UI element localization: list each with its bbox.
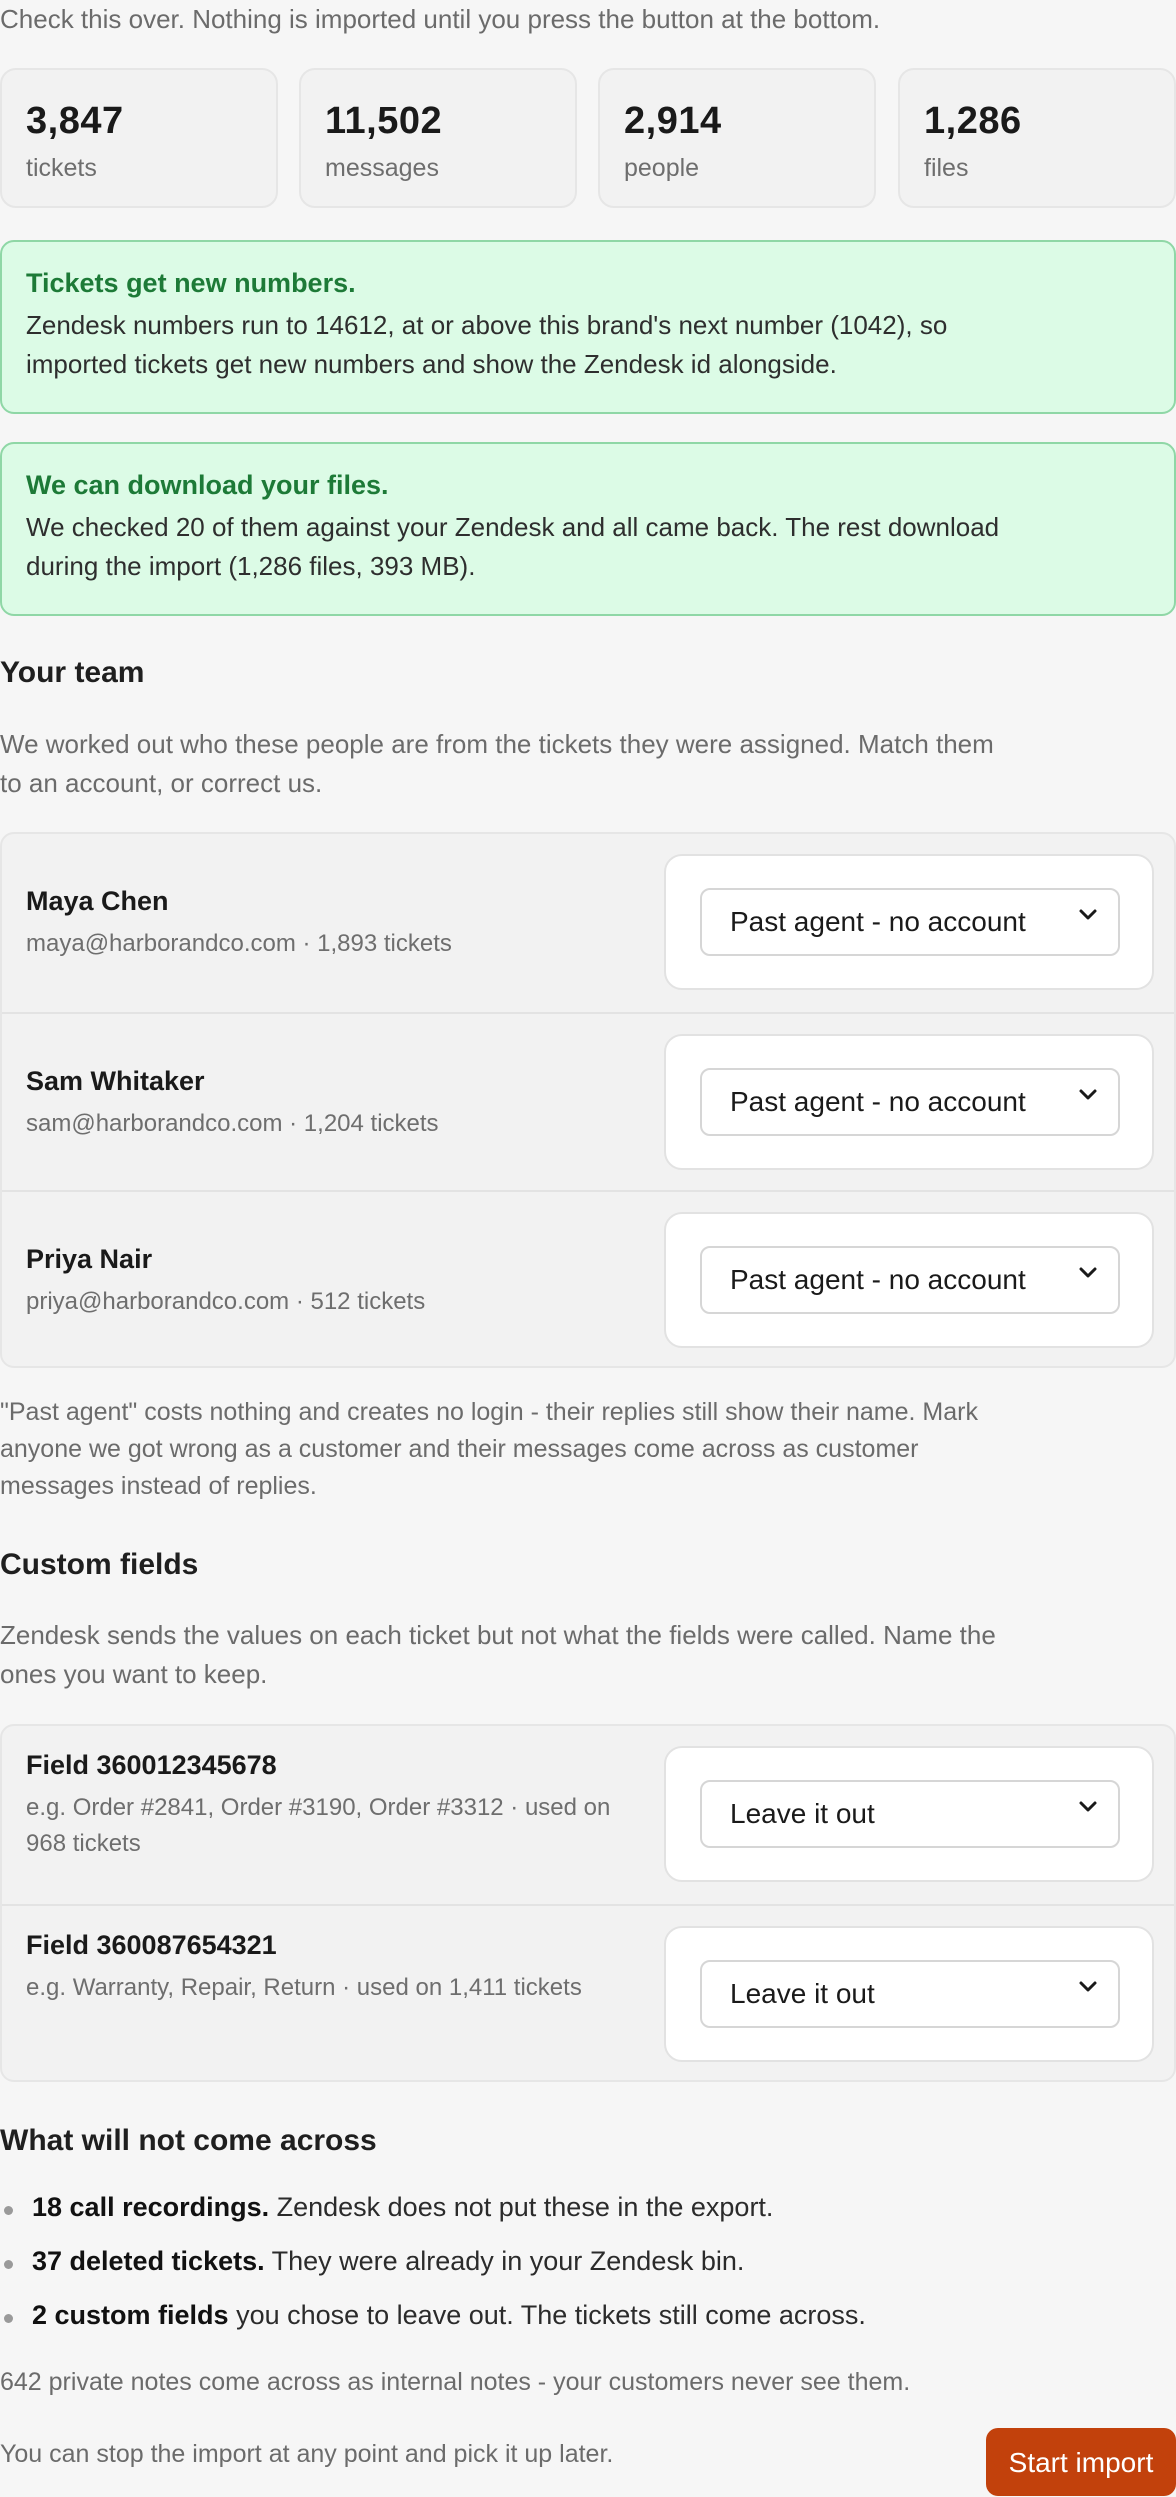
select-value: Past agent - no account: [730, 1264, 1026, 1295]
stat-label: messages: [325, 154, 439, 182]
stat-value: 3,847: [26, 100, 124, 142]
fields-description: Zendesk sends the values on each ticket …: [0, 1620, 996, 1689]
chevron-down-icon: [1079, 1089, 1097, 1100]
notice-title: We can download your files.: [26, 470, 389, 500]
field-row: Field 360087654321 e.g. Warranty, Repair…: [2, 1904, 1174, 2080]
select-value: Leave it out: [730, 1798, 875, 1829]
member-select-card: Past agent - no account: [664, 1034, 1154, 1170]
notice-ticket-numbers: Tickets get new numbers. Zendesk numbers…: [0, 240, 1176, 414]
field-select-card: Leave it out: [664, 1926, 1154, 2062]
select-value: Leave it out: [730, 1978, 875, 2009]
item-text: Zendesk does not put these in the export…: [269, 2192, 774, 2222]
team-table: Maya Chen maya@harborandco.com · 1,893 t…: [0, 832, 1176, 1368]
start-import-button[interactable]: Start import: [986, 2428, 1176, 2496]
team-row: Sam Whitaker sam@harborandco.com · 1,204…: [2, 1012, 1174, 1190]
notice-title: Tickets get new numbers.: [26, 268, 356, 298]
team-description: We worked out who these people are from …: [0, 729, 994, 798]
field-name: Field 360012345678: [26, 1750, 277, 1780]
stat-label: tickets: [26, 154, 97, 182]
team-note: "Past agent" costs nothing and creates n…: [0, 1398, 978, 1500]
member-name: Priya Nair: [26, 1244, 153, 1274]
bullet-dot: [4, 2206, 13, 2215]
chevron-down-icon: [1079, 1981, 1097, 1992]
item-text: you chose to leave out. The tickets stil…: [228, 2300, 866, 2330]
member-meta: sam@harborandco.com · 1,204 tickets: [26, 1110, 439, 1137]
notice-text: We checked 20 of them against your Zende…: [26, 512, 1000, 581]
bullet-dot: [4, 2260, 13, 2269]
member-meta: priya@harborandco.com · 512 tickets: [26, 1288, 426, 1315]
chevron-down-icon: [1079, 1801, 1097, 1812]
member-role-select[interactable]: Past agent - no account: [700, 1246, 1120, 1314]
item-bold: 37 deleted tickets.: [32, 2246, 265, 2276]
excluded-heading: What will not come across: [0, 2124, 377, 2157]
member-select-card: Past agent - no account: [664, 854, 1154, 990]
field-name: Field 360087654321: [26, 1930, 277, 1960]
footer-note: You can stop the import at any point and…: [0, 2440, 614, 2468]
team-row: Priya Nair priya@harborandco.com · 512 t…: [2, 1190, 1174, 1366]
select-value: Past agent - no account: [730, 1086, 1026, 1117]
member-name: Sam Whitaker: [26, 1066, 205, 1096]
member-name: Maya Chen: [26, 886, 169, 916]
stat-value: 2,914: [624, 100, 722, 142]
member-select-card: Past agent - no account: [664, 1212, 1154, 1348]
field-mapping-select[interactable]: Leave it out: [700, 1780, 1120, 1848]
stat-value: 11,502: [325, 100, 443, 142]
member-role-select[interactable]: Past agent - no account: [700, 1068, 1120, 1136]
team-heading: Your team: [0, 656, 145, 689]
bullet-dot: [4, 2314, 13, 2323]
member-role-select[interactable]: Past agent - no account: [700, 888, 1120, 956]
notice-files: We can download your files. We checked 2…: [0, 442, 1176, 616]
field-mapping-select[interactable]: Leave it out: [700, 1960, 1120, 2028]
stat-label: people: [624, 154, 700, 182]
item-bold: 18 call recordings.: [32, 2192, 270, 2222]
stat-tickets: 3,847 tickets: [0, 68, 278, 208]
select-value: Past agent - no account: [730, 906, 1026, 937]
field-meta: e.g. Warranty, Repair, Return · used on …: [26, 1974, 582, 2001]
chevron-down-icon: [1079, 909, 1097, 920]
field-row: Field 360012345678 e.g. Order #2841, Ord…: [2, 1726, 1174, 1904]
stat-people: 2,914 people: [598, 68, 876, 208]
team-row: Maya Chen maya@harborandco.com · 1,893 t…: [2, 834, 1174, 1012]
chevron-down-icon: [1079, 1267, 1097, 1278]
stat-value: 1,286: [924, 100, 1022, 142]
item-text: They were already in your Zendesk bin.: [264, 2246, 745, 2276]
fields-heading: Custom fields: [0, 1548, 199, 1581]
intro-text: Check this over. Nothing is imported unt…: [0, 4, 881, 34]
private-notes-note: 642 private notes come across as interna…: [0, 2368, 911, 2396]
stat-label: files: [924, 154, 969, 182]
member-meta: maya@harborandco.com · 1,893 tickets: [26, 930, 452, 957]
stat-files: 1,286 files: [898, 68, 1176, 208]
notice-text: Zendesk numbers run to 14612, at or abov…: [26, 310, 948, 379]
item-bold: 2 custom fields: [32, 2300, 229, 2330]
fields-table: Field 360012345678 e.g. Order #2841, Ord…: [0, 1724, 1176, 2082]
field-select-card: Leave it out: [664, 1746, 1154, 1882]
field-meta: e.g. Order #2841, Order #3190, Order #33…: [26, 1794, 611, 1857]
stat-messages: 11,502 messages: [299, 68, 577, 208]
